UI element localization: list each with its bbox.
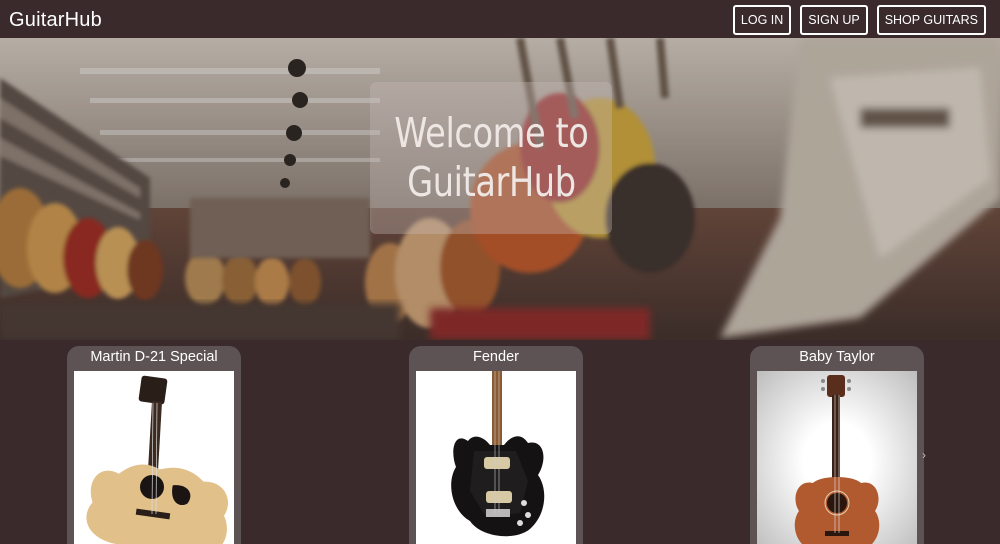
guitar-image-fender bbox=[416, 371, 576, 544]
card-title: Martin D-21 Special bbox=[90, 349, 218, 365]
guitar-carousel: ‹ Martin D-21 Special bbox=[0, 340, 1000, 544]
shop-guitars-button[interactable]: SHOP GUITARS bbox=[876, 5, 986, 35]
guitar-card-baby-taylor[interactable]: Baby Taylor bbox=[750, 346, 924, 544]
guitar-image-baby-taylor bbox=[757, 371, 917, 544]
hero-banner: Welcome to GuitarHub bbox=[0, 38, 1000, 340]
guitar-card-martin[interactable]: Martin D-21 Special bbox=[67, 346, 241, 544]
guitar-image-martin bbox=[74, 371, 234, 544]
nav-actions: LOG IN SIGN UP SHOP GUITARS bbox=[732, 5, 986, 35]
brand-logo[interactable]: GuitarHub bbox=[9, 9, 102, 32]
electric-guitar-icon bbox=[451, 371, 545, 537]
mahogany-acoustic-guitar-icon bbox=[794, 375, 880, 544]
card-title: Fender bbox=[473, 349, 519, 365]
hero-title: Welcome to GuitarHub bbox=[393, 108, 589, 207]
navbar: GuitarHub LOG IN SIGN UP SHOP GUITARS bbox=[0, 0, 1000, 40]
acoustic-guitar-icon bbox=[86, 375, 229, 544]
hero-title-box: Welcome to GuitarHub bbox=[370, 82, 612, 234]
hero-title-line-1: Welcome to bbox=[393, 108, 589, 157]
login-button[interactable]: LOG IN bbox=[732, 5, 792, 35]
card-title: Baby Taylor bbox=[799, 349, 875, 365]
guitar-card-fender[interactable]: Fender bbox=[409, 346, 583, 544]
hero-title-line-2: GuitarHub bbox=[406, 158, 576, 206]
chevron-right-icon[interactable]: › bbox=[922, 448, 926, 462]
signup-button[interactable]: SIGN UP bbox=[800, 5, 868, 35]
